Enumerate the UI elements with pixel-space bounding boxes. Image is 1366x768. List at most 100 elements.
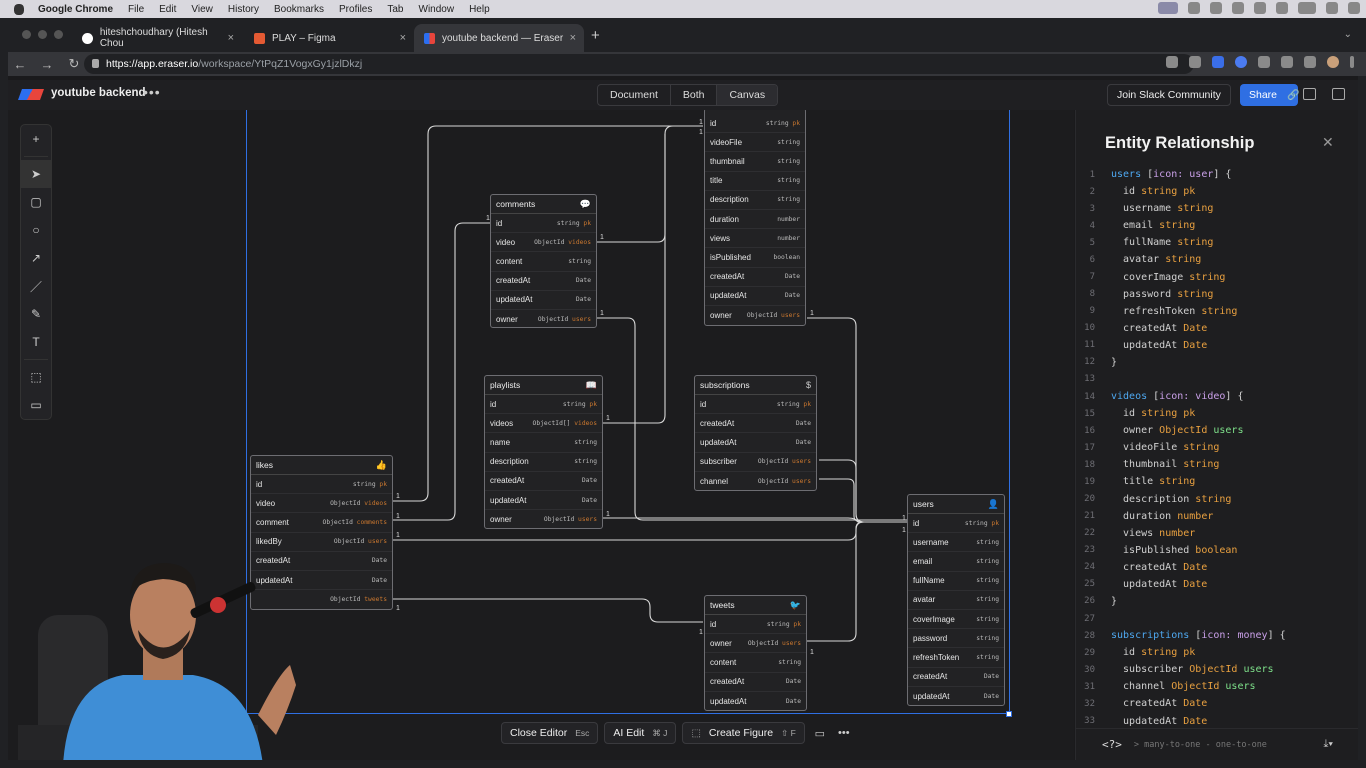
entity-field-row[interactable]: owner ObjectId users (705, 306, 805, 325)
reload-icon[interactable]: ↻ (67, 56, 81, 72)
frame-icon[interactable]: ⬚ (21, 363, 51, 391)
comment-tool-icon[interactable]: ▭ (21, 391, 51, 419)
code-tag-icon[interactable]: <?> (1102, 738, 1122, 751)
view-canvas-button[interactable]: Canvas (717, 85, 778, 105)
more-options-icon[interactable]: ••• (835, 723, 853, 743)
display-icon[interactable] (1254, 2, 1266, 14)
menu-history[interactable]: History (228, 4, 259, 15)
close-tab-icon[interactable]: × (400, 32, 406, 44)
close-tab-icon[interactable]: × (228, 32, 234, 44)
comment-icon[interactable]: ▭ (811, 723, 829, 743)
back-icon[interactable]: ← (13, 57, 27, 72)
menu-help[interactable]: Help (469, 4, 490, 15)
link-icon[interactable]: 🔗 (1287, 90, 1299, 101)
menu-tab[interactable]: Tab (387, 4, 403, 15)
entity-field-row[interactable]: owner ObjectId users (705, 634, 806, 654)
text-icon[interactable]: T (21, 328, 51, 356)
document-title[interactable]: youtube backend (51, 87, 146, 99)
entity-field-row[interactable]: id string pk (251, 475, 392, 495)
siri-icon[interactable] (1348, 2, 1360, 14)
menu-profiles[interactable]: Profiles (339, 4, 372, 15)
export-icon[interactable] (1332, 88, 1345, 100)
entity-field-row[interactable]: createdAt Date (705, 673, 806, 692)
entity-field-row[interactable]: updatedAt Date (695, 433, 816, 453)
entity-field-row[interactable]: id string pk (695, 395, 816, 415)
entity-field-row[interactable]: subscriber ObjectId users (695, 453, 816, 472)
code-editor[interactable]: 1 users [icon: user] {2 id string pk 3 use… (1076, 166, 1359, 726)
entity-field-row[interactable]: comment ObjectId comments (251, 513, 392, 533)
entity-field-row[interactable]: updatedAt Date (705, 287, 805, 306)
entity-field-row[interactable]: refreshToken string (908, 648, 1004, 668)
circle-icon[interactable]: ○ (21, 216, 51, 244)
cloud-icon[interactable] (1188, 2, 1200, 14)
entity-field-row[interactable]: name string (485, 433, 602, 453)
ai-edit-button[interactable]: AI Edit ⌘ J (604, 722, 677, 744)
entity-subscriptions[interactable]: subscriptions $ id string pk createdAt Date u… (694, 375, 817, 491)
new-tab-icon[interactable]: + (591, 27, 600, 44)
minimize-window-icon[interactable] (38, 30, 47, 39)
battery-icon[interactable] (1298, 2, 1316, 14)
entity-field-row[interactable]: owner ObjectId users (485, 510, 602, 529)
entity-field-row[interactable]: isPublished boolean (705, 248, 805, 268)
close-editor-button[interactable]: Close Editor Esc (501, 722, 599, 744)
tab-search-icon[interactable]: ⌄ (1344, 29, 1352, 40)
forward-icon[interactable]: → (40, 57, 54, 72)
extensions-puzzle-icon[interactable] (1258, 56, 1270, 68)
screen-icon[interactable] (1158, 2, 1178, 14)
cast-icon[interactable] (1232, 2, 1244, 14)
share-button[interactable]: Share 🔗 (1240, 84, 1299, 106)
eraser-logo[interactable] (17, 89, 45, 100)
entity-field-row[interactable]: username string (908, 533, 1004, 553)
entity-field-row[interactable]: video ObjectId videos (491, 233, 596, 253)
menu-window[interactable]: Window (419, 4, 455, 15)
entity-field-row[interactable]: id string pk (705, 114, 805, 134)
chrome-menu-icon[interactable] (1350, 56, 1354, 68)
browser-tab-figma[interactable]: PLAY – Figma × (244, 24, 414, 52)
select-cursor-icon[interactable]: ➤ (21, 160, 51, 188)
download-dropdown-icon[interactable]: ⤓▾ (1324, 738, 1333, 751)
entity-field-row[interactable]: description string (485, 453, 602, 472)
entity-field-row[interactable]: avatar string (908, 591, 1004, 610)
menu-view[interactable]: View (191, 4, 213, 15)
entity-field-row[interactable]: fullName string (908, 572, 1004, 591)
entity-field-row[interactable]: createdAt Date (485, 472, 602, 491)
extension-drop-icon[interactable] (1235, 56, 1247, 68)
entity-field-row[interactable]: content string (705, 653, 806, 673)
entity-field-row[interactable]: createdAt Date (705, 268, 805, 287)
close-tab-icon[interactable]: × (570, 32, 576, 44)
entity-videos[interactable]: id string pk videoFile string thumbnail strin… (704, 110, 806, 326)
entity-field-row[interactable]: id string pk (485, 395, 602, 415)
entity-field-row[interactable]: createdAt Date (695, 414, 816, 434)
menu-app-name[interactable]: Google Chrome (38, 4, 113, 15)
entity-field-row[interactable]: password string (908, 629, 1004, 649)
entity-field-row[interactable]: views number (705, 229, 805, 249)
entity-field-row[interactable]: videoFile string (705, 133, 805, 153)
entity-field-row[interactable]: owner ObjectId users (491, 310, 596, 329)
entity-field-row[interactable]: updatedAt Date (485, 491, 602, 511)
download-icon[interactable] (1281, 56, 1293, 68)
entity-field-row[interactable]: createdAt Date (908, 668, 1004, 687)
lock-icon[interactable] (92, 59, 99, 68)
entity-field-row[interactable]: channel ObjectId users (695, 472, 816, 491)
browser-tab-eraser[interactable]: youtube backend — Eraser × (414, 24, 584, 52)
entity-field-row[interactable]: video ObjectId videos (251, 494, 392, 514)
profile-avatar[interactable] (1327, 56, 1339, 68)
entity-field-row[interactable]: thumbnail string (705, 152, 805, 172)
entity-comments[interactable]: comments 💬 id string pk video ObjectId video… (490, 194, 597, 328)
close-window-icon[interactable] (22, 30, 31, 39)
view-document-button[interactable]: Document (598, 85, 671, 105)
wifi-icon[interactable] (1276, 2, 1288, 14)
bookmark-star-icon[interactable] (1189, 56, 1201, 68)
entity-field-row[interactable]: id string pk (705, 615, 806, 635)
more-icon[interactable]: ••• (143, 84, 161, 100)
entity-field-row[interactable]: updatedAt Date (491, 291, 596, 310)
extension-b-icon[interactable] (1212, 56, 1224, 68)
entity-field-row[interactable]: duration number (705, 210, 805, 230)
control-center-icon[interactable] (1326, 2, 1338, 14)
add-icon[interactable]: + (21, 125, 51, 153)
maximize-window-icon[interactable] (54, 30, 63, 39)
menu-bookmarks[interactable]: Bookmarks (274, 4, 324, 15)
entity-field-row[interactable]: createdAt Date (491, 272, 596, 291)
rectangle-icon[interactable]: ▢ (21, 188, 51, 216)
entity-field-row[interactable]: content string (491, 252, 596, 272)
